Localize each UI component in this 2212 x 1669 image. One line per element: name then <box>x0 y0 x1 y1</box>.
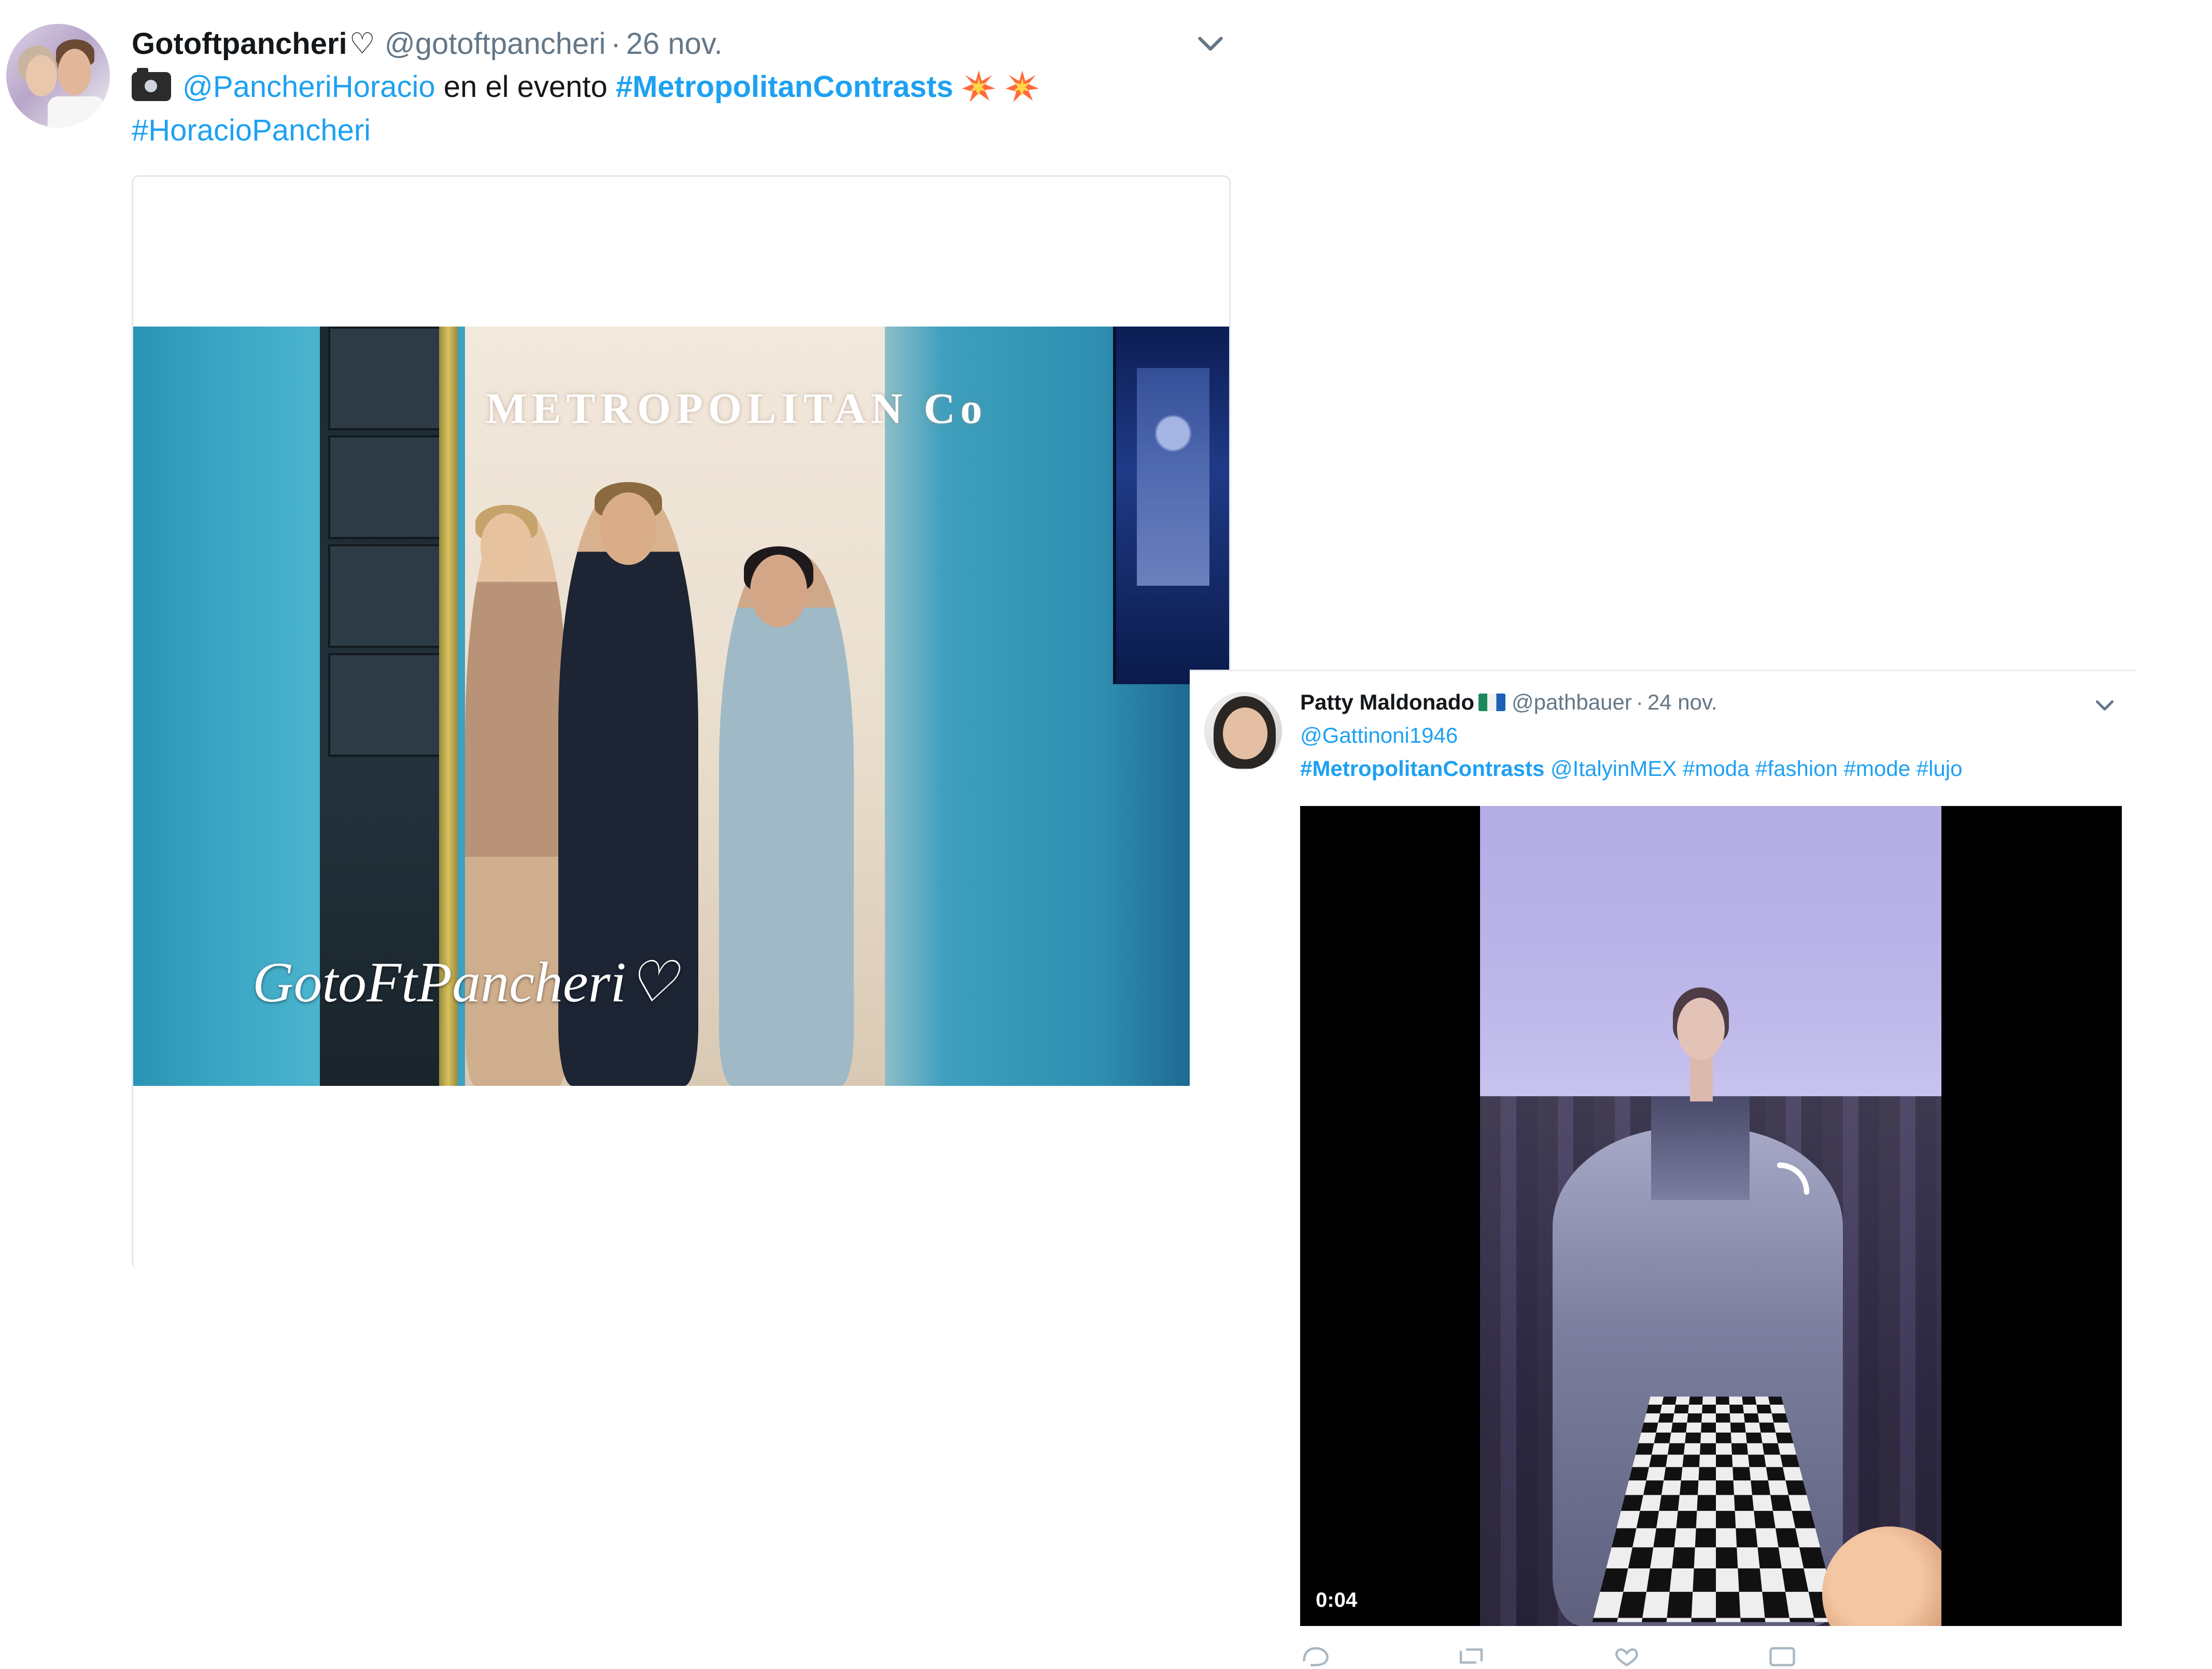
avatar[interactable] <box>6 24 110 128</box>
photo-screen <box>1113 327 1229 684</box>
tweet-header: Gotoftpancheri ♡ @gotoftpancheri · 26 no… <box>132 23 723 64</box>
message-icon[interactable] <box>1767 1646 1798 1666</box>
tweet-actions <box>1300 1646 1974 1667</box>
video-frame <box>1480 806 1941 1626</box>
mention-link[interactable]: @Gattinoni1946 <box>1300 723 1458 747</box>
avatar[interactable] <box>1204 692 1282 770</box>
tweet-gotoftpancheri[interactable]: Gotoftpancheri ♡ @gotoftpancheri · 26 no… <box>0 0 1242 1269</box>
hashtag-link[interactable]: #MetropolitanContrasts <box>1300 756 1544 781</box>
tweet-header: Patty Maldonado @pathbauer · 24 nov. <box>1300 687 1717 718</box>
tweet-text-middle: en el evento <box>435 70 616 104</box>
tweet-text-links[interactable]: @ItalyinMEX #moda #fashion #mode #lujo <box>1544 756 1962 781</box>
like-icon[interactable] <box>1611 1646 1642 1667</box>
loading-spinner-icon <box>1777 1162 1810 1195</box>
tweet-date[interactable]: 26 nov. <box>626 26 723 61</box>
author-handle[interactable]: @gotoftpancheri <box>385 26 605 61</box>
reply-icon[interactable] <box>1300 1646 1331 1666</box>
flag-emoji-icon <box>1478 694 1506 711</box>
mention-link[interactable]: @PancheriHoracio <box>182 70 435 104</box>
camera-emoji-icon <box>132 68 171 101</box>
tweet-pathbauer[interactable]: Patty Maldonado @pathbauer · 24 nov. @Ga… <box>1190 670 2136 1667</box>
hashtag-link[interactable]: #HoracioPancheri <box>132 114 371 147</box>
retweet-icon[interactable] <box>1456 1646 1487 1666</box>
author-name[interactable]: Gotoftpancheri <box>132 26 347 61</box>
tweet-text: @PancheriHoracio en el evento #Metropoli… <box>132 65 1220 152</box>
collision-emoji-icon <box>962 70 995 103</box>
photo-watermark: GotoFtPancheri♡ <box>252 951 678 1014</box>
hashtag-link[interactable]: #MetropolitanContrasts <box>616 70 953 104</box>
tweet-text: @Gattinoni1946 #MetropolitanContrasts @I… <box>1300 719 1962 785</box>
separator: · <box>1636 690 1643 714</box>
collision-emoji-icon <box>1005 70 1039 103</box>
photo-backdrop-text: METROPOLITAN Co <box>486 385 988 433</box>
chevron-down-icon[interactable] <box>2092 692 2118 718</box>
photo-model-right <box>719 555 854 1086</box>
author-name-suffix: ♡ <box>349 27 375 60</box>
tweet-date[interactable]: 24 nov. <box>1647 690 1717 715</box>
author-handle[interactable]: @pathbauer <box>1512 690 1632 715</box>
video-player[interactable]: 0:04 <box>1300 806 2122 1626</box>
video-duration: 0:04 <box>1316 1589 1358 1611</box>
author-name[interactable]: Patty Maldonado <box>1300 690 1474 715</box>
chevron-down-icon[interactable] <box>1192 25 1229 61</box>
separator: · <box>611 26 621 61</box>
tweet-photo[interactable]: METROPOLITAN Co GotoFtPancheri♡ <box>133 327 1229 1086</box>
